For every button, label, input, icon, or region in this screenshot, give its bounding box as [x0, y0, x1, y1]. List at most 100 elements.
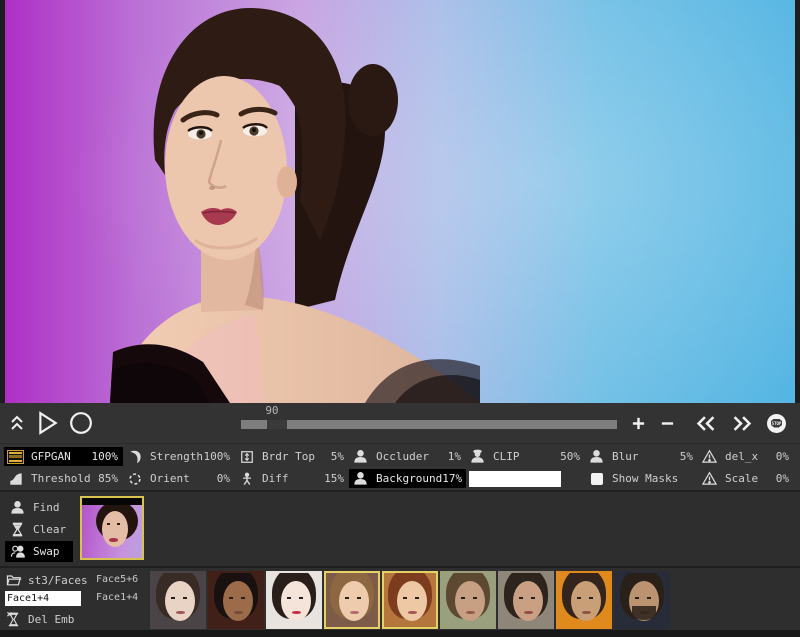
record-circle-icon[interactable] [69, 411, 93, 435]
toolbar-item-value: 1% [448, 450, 461, 463]
bottom-edge [0, 630, 800, 637]
clear-button[interactable]: Clear [5, 519, 73, 540]
stop-sign-label: STOP [771, 419, 783, 428]
toolbar-item-label: Scale [725, 472, 776, 485]
face-group-label: Face5+6 [96, 574, 148, 585]
thumb-eyes [107, 523, 110, 525]
seek-begin-icon[interactable] [9, 414, 25, 432]
toolbar-item-label: Brdr Top [262, 450, 331, 463]
face-thumbnail[interactable] [614, 571, 670, 629]
toolbar-item-value: 0% [776, 472, 789, 485]
target-face-thumbnail[interactable] [80, 496, 144, 560]
face-thumbnail[interactable] [324, 571, 380, 629]
faces-panel: st3/Faces Del Emb Face5+6 Face1+4 [0, 566, 800, 630]
toolbar-item-label: Occluder [376, 450, 448, 463]
toolbar-item-label: Blur [612, 450, 680, 463]
person-bust-icon [352, 449, 369, 464]
folder-icon [5, 573, 22, 588]
warning-triangle-icon [701, 449, 718, 464]
playback-buttons: STOP [631, 414, 786, 433]
toolbar-item-clip[interactable]: CLIP 50% [466, 447, 585, 466]
toolbar-item-label: Background [376, 472, 442, 485]
toolbar-item-orient[interactable]: Orient 0% [123, 469, 235, 488]
swap-button[interactable]: Swap [5, 541, 73, 562]
toolbar-item-del-x[interactable]: del_x 0% [698, 447, 794, 466]
person-bust-icon [352, 471, 369, 486]
face-group-label: Face1+4 [96, 592, 148, 603]
swap-panel: Find Clear Swap [0, 490, 800, 566]
warning-triangle-icon [701, 471, 718, 486]
face-thumbnail[interactable] [208, 571, 264, 629]
toolbar-item-value: 17% [442, 472, 462, 485]
toolbar-item-value: 85% [98, 472, 118, 485]
toolbar-item-value: 50% [560, 450, 580, 463]
face-thumbnail[interactable] [266, 571, 322, 629]
toolbar-item-value: 15% [324, 472, 344, 485]
face-thumbnail[interactable] [382, 571, 438, 629]
play-icon[interactable] [37, 411, 59, 435]
face-thumbnail[interactable] [556, 571, 612, 629]
frame-slider-track[interactable] [241, 420, 617, 429]
toolbar-item-gfpgan[interactable]: GFPGAN 100% [4, 447, 123, 466]
two-people-icon [9, 544, 26, 559]
clear-button-label: Clear [33, 523, 66, 536]
face-group-labels: Face5+6 Face1+4 [96, 574, 148, 610]
person-bust-icon [588, 449, 605, 464]
portrait-image [5, 0, 795, 403]
face-thumbnail[interactable] [440, 571, 496, 629]
person-beret-icon [469, 449, 486, 464]
border-vertical-icon [238, 450, 255, 464]
faces-folder-button[interactable]: st3/Faces [5, 571, 97, 589]
toolbar-item-label: Diff [262, 472, 324, 485]
strength-crescent-icon [126, 450, 143, 464]
toolbar-item-label: GFPGAN [31, 450, 92, 463]
toolbar-item-value: 5% [680, 450, 693, 463]
hourglass-x-icon [5, 611, 22, 627]
toolbar-item-occluder[interactable]: Occluder 1% [349, 447, 466, 466]
settings-toolbar: GFPGAN 100% Threshold 85% Strength 100% … [0, 443, 800, 490]
clip-text-input[interactable] [469, 471, 561, 487]
find-button[interactable]: Find [5, 497, 73, 518]
frame-slider-handle[interactable] [267, 420, 287, 429]
toolbar-item-brdr-top[interactable]: Brdr Top 5% [235, 447, 349, 466]
swap-buttons: Find Clear Swap [5, 497, 73, 562]
plus-icon[interactable] [631, 416, 646, 431]
diff-figure-icon [238, 472, 255, 486]
toolbar-item-value: 100% [92, 450, 119, 463]
thumb-letterbox [82, 498, 142, 505]
stop-sign-icon[interactable]: STOP [767, 414, 786, 433]
checkbox-icon[interactable] [588, 473, 605, 485]
toolbar-item-scale[interactable]: Scale 0% [698, 469, 794, 488]
toolbar-item-label: Orient [150, 472, 217, 485]
delete-embedding-button[interactable]: Del Emb [5, 610, 97, 628]
face-thumbnail-strip [150, 571, 670, 629]
orient-rotate-icon [126, 472, 143, 486]
toolbar-item-value: 0% [217, 472, 230, 485]
minus-icon[interactable] [660, 416, 675, 431]
toolbar-item-diff[interactable]: Diff 15% [235, 469, 349, 488]
toolbar-item-strength[interactable]: Strength 100% [123, 447, 235, 466]
toolbar-item-blur[interactable]: Blur 5% [585, 447, 698, 466]
frame-slider[interactable]: 90 [241, 403, 617, 443]
swap-button-label: Swap [33, 545, 60, 558]
toolbar-item-background[interactable]: Background 17% [349, 469, 466, 488]
toolbar-item-value: 5% [331, 450, 344, 463]
rewind-icon[interactable] [695, 415, 717, 432]
person-bust-icon [9, 500, 26, 515]
fast-forward-icon[interactable] [731, 415, 753, 432]
playback-bar: 90 STOP [0, 403, 800, 443]
thumb-lips [109, 538, 118, 542]
toolbar-item-value: 100% [204, 450, 231, 463]
toolbar-item-value: 0% [776, 450, 789, 463]
face-thumbnail[interactable] [150, 571, 206, 629]
toolbar-item-threshold[interactable]: Threshold 85% [4, 469, 123, 488]
toolbar-item-clip-input-row [466, 469, 585, 488]
toolbar-item-show-masks[interactable]: Show Masks [585, 469, 698, 488]
hourglass-icon [9, 522, 26, 537]
toolbar-item-label: Show Masks [612, 472, 693, 485]
faces-controls: st3/Faces Del Emb [5, 571, 97, 628]
face-name-input[interactable] [5, 591, 81, 606]
threshold-curve-icon [7, 472, 24, 486]
toolbar-item-label: CLIP [493, 450, 560, 463]
face-thumbnail[interactable] [498, 571, 554, 629]
